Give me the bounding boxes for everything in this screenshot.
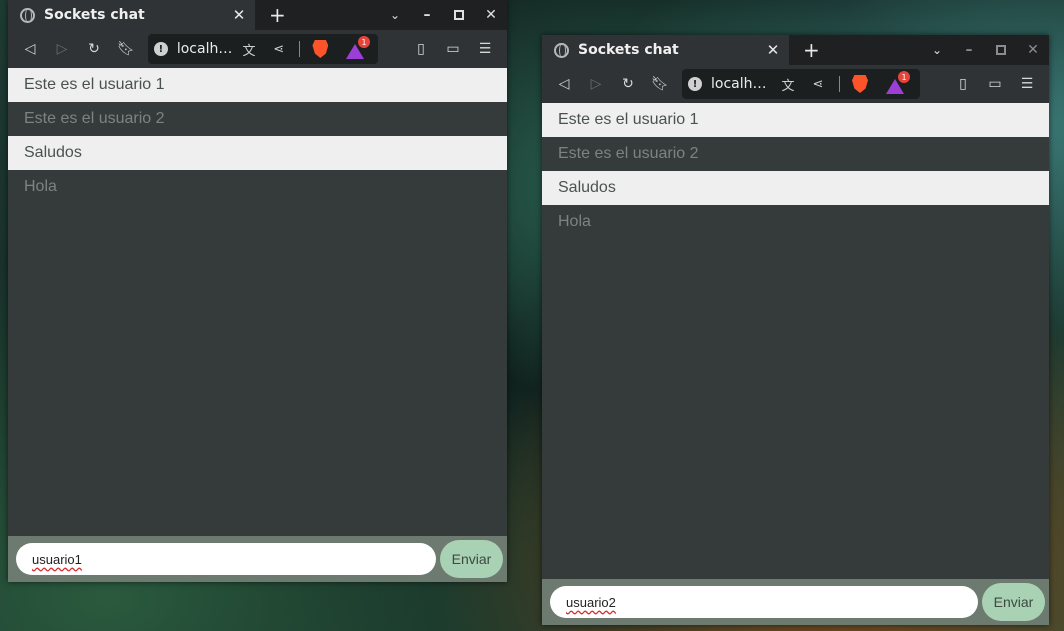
- tab-title: Sockets chat: [578, 42, 679, 58]
- wallet-button[interactable]: ▭: [437, 34, 469, 64]
- tab-search-chevron-icon[interactable]: ⌄: [379, 8, 411, 22]
- list-item: Hola: [8, 170, 507, 204]
- browser-window-1: Sockets chat ✕ + ⌄ – ✕ ◁ ▷ ↻ 🔖︎ ! localh…: [8, 0, 507, 582]
- forward-button[interactable]: ▷: [580, 69, 612, 99]
- message-list: Este es el usuario 1 Este es el usuario …: [8, 68, 507, 204]
- url-text[interactable]: localho…: [711, 76, 773, 92]
- window-controls: ⌄ – ✕: [379, 0, 507, 30]
- address-bar[interactable]: ! localho… 文 ⋖ 1: [682, 69, 920, 99]
- chat-page: Este es el usuario 1 Este es el usuario …: [542, 103, 1049, 625]
- list-item: Saludos: [8, 136, 507, 170]
- globe-icon: [20, 7, 35, 23]
- minimize-button[interactable]: –: [953, 42, 985, 58]
- close-window-button[interactable]: ✕: [475, 7, 507, 23]
- toolbar: ◁ ▷ ↻ 🔖︎ ! localh… 文 ⋖ 1 ▯ ▭ ☰: [8, 30, 507, 68]
- url-separator: [299, 41, 301, 57]
- message-input[interactable]: usuario1: [16, 543, 436, 575]
- url-text[interactable]: localh…: [177, 41, 234, 57]
- back-button[interactable]: ◁: [548, 69, 580, 99]
- send-button[interactable]: Enviar: [982, 583, 1045, 621]
- bookmark-button[interactable]: 🔖︎: [644, 69, 676, 99]
- bookmark-button[interactable]: 🔖︎: [110, 34, 142, 64]
- globe-icon: [554, 42, 569, 58]
- rewards-badge: 1: [358, 36, 371, 48]
- maximize-button[interactable]: [443, 10, 475, 20]
- close-tab-icon[interactable]: ✕: [765, 41, 781, 59]
- brave-rewards-icon[interactable]: 1: [886, 71, 910, 94]
- wallet-button[interactable]: ▭: [979, 69, 1011, 99]
- maximize-button[interactable]: [985, 45, 1017, 55]
- close-tab-icon[interactable]: ✕: [231, 6, 247, 24]
- close-window-button[interactable]: ✕: [1017, 42, 1049, 58]
- brave-rewards-icon[interactable]: 1: [346, 36, 371, 59]
- brave-shield-icon[interactable]: [312, 40, 329, 58]
- share-icon[interactable]: ⋖: [264, 42, 294, 57]
- message-list: Este es el usuario 1 Este es el usuario …: [542, 103, 1049, 239]
- toolbar: ◁ ▷ ↻ 🔖︎ ! localho… 文 ⋖ 1 ▯ ▭ ☰: [542, 65, 1049, 103]
- message-input[interactable]: usuario2: [550, 586, 978, 618]
- brave-shield-icon[interactable]: [852, 75, 868, 93]
- list-item: Saludos: [542, 171, 1049, 205]
- tab-strip: Sockets chat ✕ + ⌄ – ✕: [8, 0, 507, 30]
- site-info-icon[interactable]: !: [154, 42, 168, 56]
- list-item: Este es el usuario 2: [542, 137, 1049, 171]
- tab-sockets-chat[interactable]: Sockets chat ✕: [542, 35, 789, 65]
- site-info-icon[interactable]: !: [688, 77, 702, 91]
- back-button[interactable]: ◁: [14, 34, 46, 64]
- send-button[interactable]: Enviar: [440, 540, 503, 578]
- reload-button[interactable]: ↻: [612, 69, 644, 99]
- translate-icon[interactable]: 文: [773, 75, 803, 94]
- url-separator: [839, 76, 840, 92]
- translate-icon[interactable]: 文: [234, 40, 264, 59]
- sidebar-button[interactable]: ▯: [405, 34, 437, 64]
- menu-button[interactable]: ☰: [1011, 69, 1043, 99]
- browser-window-2: Sockets chat ✕ + ⌄ – ✕ ◁ ▷ ↻ 🔖︎ ! localh…: [542, 35, 1049, 625]
- rewards-badge: 1: [898, 71, 910, 83]
- new-tab-button[interactable]: +: [803, 38, 820, 62]
- new-tab-button[interactable]: +: [269, 3, 286, 27]
- tab-title: Sockets chat: [44, 7, 145, 23]
- list-item: Este es el usuario 1: [542, 103, 1049, 137]
- tab-strip: Sockets chat ✕ + ⌄ – ✕: [542, 35, 1049, 65]
- message-input-value[interactable]: usuario2: [566, 595, 616, 610]
- share-icon[interactable]: ⋖: [803, 77, 833, 92]
- message-form: usuario1 Enviar: [8, 536, 507, 582]
- minimize-button[interactable]: –: [411, 7, 443, 23]
- message-input-value[interactable]: usuario1: [32, 552, 82, 567]
- tab-search-chevron-icon[interactable]: ⌄: [921, 43, 953, 57]
- window-controls: ⌄ – ✕: [921, 35, 1049, 65]
- tab-sockets-chat[interactable]: Sockets chat ✕: [8, 0, 255, 30]
- forward-button[interactable]: ▷: [46, 34, 78, 64]
- list-item: Este es el usuario 2: [8, 102, 507, 136]
- reload-button[interactable]: ↻: [78, 34, 110, 64]
- list-item: Hola: [542, 205, 1049, 239]
- message-form: usuario2 Enviar: [542, 579, 1049, 625]
- chat-page: Este es el usuario 1 Este es el usuario …: [8, 68, 507, 582]
- address-bar[interactable]: ! localh… 文 ⋖ 1: [148, 34, 378, 64]
- menu-button[interactable]: ☰: [469, 34, 501, 64]
- list-item: Este es el usuario 1: [8, 68, 507, 102]
- sidebar-button[interactable]: ▯: [947, 69, 979, 99]
